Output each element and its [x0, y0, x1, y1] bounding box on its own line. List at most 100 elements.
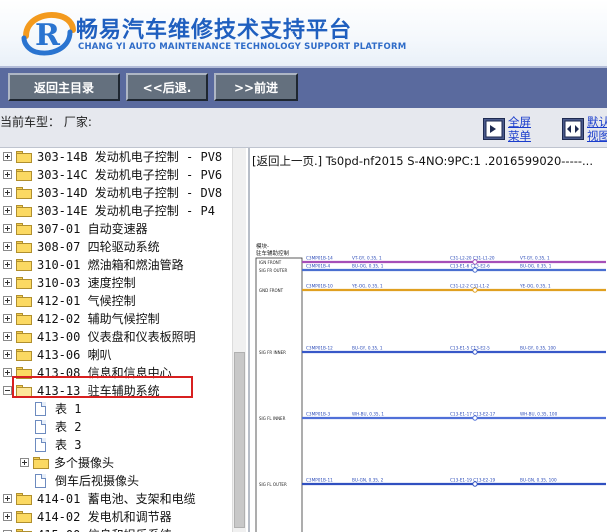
tree-item[interactable]: 303-14B 发动机电子控制 - PV8 [0, 148, 232, 166]
tree-item-label: 307-01 自动变速器 [37, 222, 148, 236]
expand-icon[interactable] [3, 278, 12, 287]
tree-item[interactable]: 412-01 气候控制 [0, 292, 232, 310]
collapse-icon[interactable] [3, 386, 12, 395]
connector-label: C13-E1-19 C13-E2-19 [450, 478, 495, 483]
tree-item[interactable]: 413-00 仪表盘和仪表板照明 [0, 328, 232, 346]
tree-item[interactable]: 表 1 [0, 400, 232, 418]
tree-item[interactable]: 412-02 辅助气候控制 [0, 310, 232, 328]
expand-icon[interactable] [3, 170, 12, 179]
tree-item[interactable]: 多个摄像头 [0, 454, 232, 472]
wire-spec-label: VT-GY, 0.35, 1 [520, 256, 550, 261]
expand-icon[interactable] [3, 332, 12, 341]
tree-item[interactable]: 413-06 喇叭 [0, 346, 232, 364]
tree-item[interactable]: 303-14E 发动机电子控制 - P4 [0, 202, 232, 220]
tree-item[interactable]: 308-07 四轮驱动系统 [0, 238, 232, 256]
document-icon [35, 474, 46, 488]
expand-icon[interactable] [3, 296, 12, 305]
expand-icon[interactable] [3, 224, 12, 233]
tree-item-label: 412-01 气候控制 [37, 294, 136, 308]
expand-icon[interactable] [3, 350, 12, 359]
selection-highlight [12, 376, 193, 398]
signal-label: GND FRONT [259, 288, 284, 293]
module-subtitle: 驻车辅助控制 [256, 249, 290, 257]
tree-item-label: 310-01 燃油箱和燃油管路 [37, 258, 184, 272]
home-button[interactable]: 返回主目录 [8, 73, 120, 101]
tree-item-label: 表 2 [55, 420, 82, 434]
expand-icon[interactable] [3, 368, 12, 377]
tree-item-label: 表 3 [55, 438, 82, 452]
svg-text:R: R [35, 18, 61, 53]
tree-item-label: 303-14E 发动机电子控制 - P4 [37, 204, 215, 218]
tree-item[interactable]: 倒车后视摄像头 [0, 472, 232, 490]
tree-item[interactable]: 414-01 蓄电池、支架和电缆 [0, 490, 232, 508]
tree-item[interactable]: 307-01 自动变速器 [0, 220, 232, 238]
signal-label: IGN FRONT [259, 260, 282, 265]
tree-item-label: 303-14C 发动机电子控制 - PV6 [37, 168, 223, 182]
wire-pin-label: C3MP01B-3 [306, 412, 330, 417]
tree-item-label: 413-06 喇叭 [37, 348, 112, 362]
connector-label: C13-E1-6 C13-E2-6 [450, 264, 490, 269]
tree-item[interactable]: 414-02 发电机和调节器 [0, 508, 232, 526]
expand-icon[interactable] [20, 458, 29, 467]
document-icon [35, 402, 46, 416]
expand-icon[interactable] [3, 512, 12, 521]
wire-spec-label: BU-GN, 0.35, 100 [520, 478, 557, 483]
wire-spec-label: VT-GY, 0.35, 1 [352, 256, 382, 261]
brand-title: 畅易汽车维修技术支持平台 [76, 18, 353, 43]
folder-icon [16, 205, 32, 217]
default-view-button[interactable] [562, 118, 584, 140]
tree-item-label: 413-00 仪表盘和仪表板照明 [37, 330, 196, 344]
folder-icon [16, 277, 32, 289]
scrollbar-thumb[interactable] [234, 352, 245, 528]
connector-label: C13-E1-17 C13-E2-17 [450, 412, 495, 417]
tree-item-label: 308-07 四轮驱动系统 [37, 240, 160, 254]
folder-icon [16, 493, 32, 505]
folder-icon [16, 151, 32, 163]
document-icon [35, 438, 46, 452]
expand-icon[interactable] [3, 242, 12, 251]
content-frame: [返回上一页.] Ts0pd-nf2015 S-4NO:9PC:1 .20165… [248, 148, 607, 532]
tree-item[interactable]: 310-01 燃油箱和燃油管路 [0, 256, 232, 274]
connector-label: C31-L2-20 C31-L1-20 [450, 256, 495, 261]
tree-item[interactable]: 表 2 [0, 418, 232, 436]
tree-item[interactable]: 310-03 速度控制 [0, 274, 232, 292]
wire-spec-label: YE-OG, 0.35, 1 [351, 284, 383, 289]
expand-icon[interactable] [3, 152, 12, 161]
tree-item-label: 414-01 蓄电池、支架和电缆 [37, 492, 196, 506]
back-page-link[interactable]: [返回上一页.] [252, 154, 322, 168]
forward-button[interactable]: >>前进 [214, 73, 298, 101]
expand-icon[interactable] [3, 206, 12, 215]
toolbar: 返回主目录 <<后退. >>前进 [0, 66, 607, 108]
tree-item-label: 倒车后视摄像头 [55, 474, 140, 488]
signal-label: SIG FL OUTER [259, 482, 287, 487]
wiring-diagram: 模块-驻车辅助控制 IGN FRONT C3MP01B-14 VT-GY, 0.35,… [255, 242, 606, 532]
fullscreen-link[interactable]: 全屏 菜单 [508, 115, 531, 143]
folder-icon [16, 241, 32, 253]
tree-item-label: 表 1 [55, 402, 82, 416]
default-view-link[interactable]: 默认 视图 [587, 115, 607, 143]
document-icon [35, 420, 46, 434]
tree-item[interactable]: 303-14C 发动机电子控制 - PV6 [0, 166, 232, 184]
tree-item[interactable]: 表 3 [0, 436, 232, 454]
tree-item-label: 414-02 发电机和调节器 [37, 510, 172, 524]
wire-spec-label: WH-BU, 0.35, 1 [352, 412, 384, 417]
back-button[interactable]: <<后退. [126, 73, 208, 101]
tree-item-label: 303-14D 发动机电子控制 - DV8 [37, 186, 223, 200]
expand-icon[interactable] [3, 260, 12, 269]
tree-item[interactable]: 415-00 信息和娱乐系统 [0, 526, 232, 532]
fullscreen-button[interactable] [483, 118, 505, 140]
default-view-icon [564, 120, 582, 138]
connector-label: C31-L2-2 C31-L1-2 [450, 284, 490, 289]
tree-item-label: 多个摄像头 [54, 456, 115, 470]
tree-item-label: 303-14B 发动机电子控制 - PV8 [37, 150, 223, 164]
expand-icon[interactable] [3, 188, 12, 197]
wire-spec-label: BU-OG, 0.35, 1 [352, 264, 384, 269]
tree-item[interactable]: 303-14D 发动机电子控制 - DV8 [0, 184, 232, 202]
wire-pin-label: C3MP01B-12 [306, 346, 333, 351]
tree-scrollbar[interactable] [232, 148, 246, 532]
brand-subtitle: CHANG YI AUTO MAINTENANCE TECHNOLOGY SUP… [78, 42, 407, 52]
tree-item-label: 310-03 速度控制 [37, 276, 136, 290]
expand-icon[interactable] [3, 494, 12, 503]
expand-icon[interactable] [3, 314, 12, 323]
wire-pin-label: C3MP01B-10 [306, 284, 333, 289]
